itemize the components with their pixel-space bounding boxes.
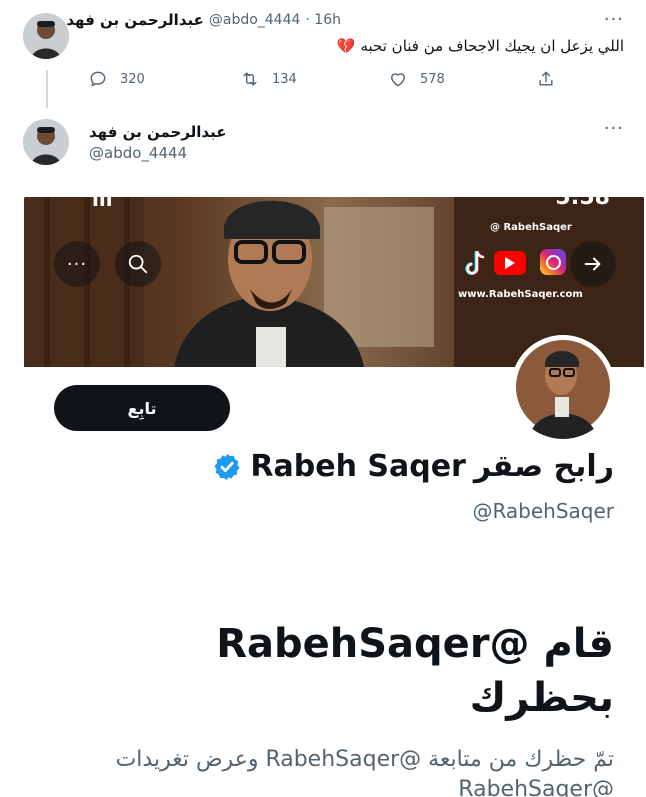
author-avatar[interactable] <box>23 13 69 59</box>
like-button[interactable]: 578 <box>388 69 445 89</box>
retweet-count: 134 <box>272 71 297 87</box>
profile-display-name: Rabeh Saqer رابح صقر <box>212 449 614 484</box>
more-icon: ··· <box>603 9 624 30</box>
instagram-icon <box>540 249 566 275</box>
follow-button[interactable]: تابِع <box>54 385 230 431</box>
author-handle[interactable]: @abdo_4444 <box>209 12 301 28</box>
banner-url: www.RabehSaqer.com <box>458 289 583 300</box>
like-icon <box>391 73 405 87</box>
broken-heart-emoji: 💔 <box>336 37 356 55</box>
share-icon <box>539 71 553 86</box>
arrow-icon <box>584 257 601 271</box>
search-icon <box>128 254 148 274</box>
display-name-arabic: رابح صقر <box>473 449 614 484</box>
reply-button[interactable]: 320 <box>88 69 145 89</box>
more-icon: ··· <box>603 118 624 139</box>
thread-line <box>46 70 48 108</box>
banner-handle: @ RabehSaqer <box>490 222 572 233</box>
verified-badge-icon <box>214 453 240 480</box>
reply-icon <box>90 71 106 87</box>
quoted-author-handle[interactable]: @abdo_4444 <box>89 144 187 162</box>
tiktok-icon <box>460 249 488 283</box>
quoted-author-avatar[interactable] <box>23 119 69 165</box>
author-name[interactable]: عبدالرحمن بن فهد <box>66 11 203 29</box>
reply-count: 320 <box>120 71 145 87</box>
quoted-more-button[interactable]: ··· <box>604 118 624 139</box>
share-button[interactable] <box>536 69 556 89</box>
tweet-body: اللي يزعل ان يجيك الاجحاف من فنان تحبه <box>360 37 624 55</box>
blocked-title: قام @RabehSaqer بحظرك <box>216 621 614 721</box>
banner-search-button[interactable] <box>115 241 161 287</box>
banner-more-button[interactable]: ··· <box>54 241 100 287</box>
profile-handle: @RabehSaqer <box>472 499 614 523</box>
tweet-time[interactable]: · 16h <box>305 12 341 28</box>
status-bar-time: 5:58 <box>555 197 610 210</box>
like-count: 578 <box>420 71 445 87</box>
retweet-icon <box>243 72 257 86</box>
retweet-button[interactable]: 134 <box>240 69 297 89</box>
tweet-more-button[interactable]: ··· <box>604 9 624 30</box>
more-icon: ··· <box>66 253 88 275</box>
tweet-header: عبدالرحمن بن فهد @abdo_4444 · 16h <box>66 11 341 29</box>
status-bar-signal: ıll <box>92 197 113 211</box>
display-name-latin: Rabeh Saqer <box>250 449 466 484</box>
quoted-author-name[interactable]: عبدالرحمن بن فهد <box>89 123 226 141</box>
banner-back-button[interactable] <box>570 241 616 287</box>
blocked-subtitle: تمّ حظرك من متابعة @RabehSaqer وعرض تغري… <box>115 747 614 797</box>
embedded-profile-screenshot[interactable]: ıll 5:58 ··· @ RabehSaqer www.RabehSaqer… <box>24 197 644 797</box>
tweet-text: اللي يزعل ان يجيك الاجحاف من فنان تحبه 💔 <box>337 37 624 55</box>
youtube-icon <box>494 251 526 275</box>
profile-avatar[interactable] <box>511 335 615 439</box>
